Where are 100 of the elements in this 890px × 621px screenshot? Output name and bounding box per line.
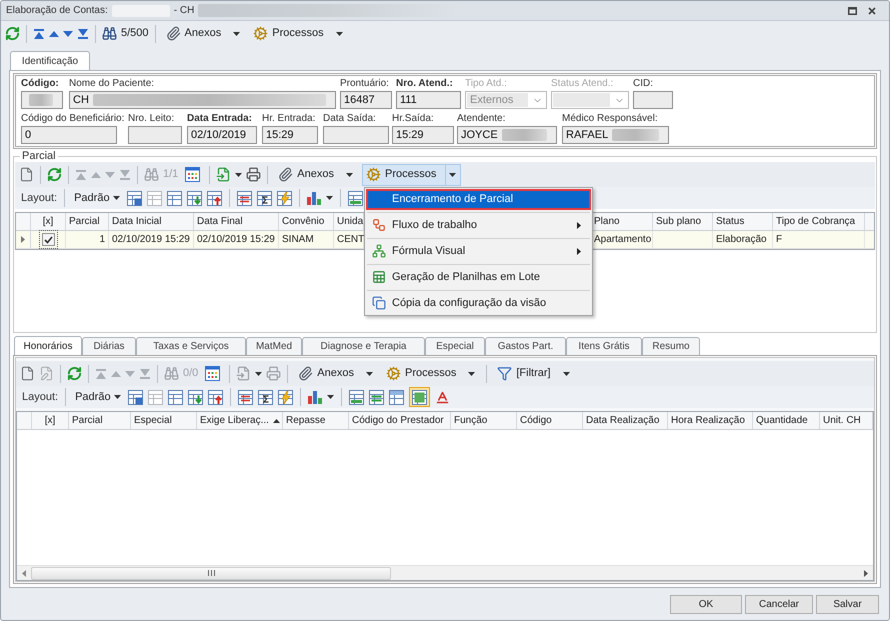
sum-table-icon[interactable]: [258, 390, 273, 404]
text-field[interactable]: 15:29: [262, 126, 318, 144]
tab[interactable]: Resumo: [642, 337, 700, 355]
refresh-icon[interactable]: [5, 26, 20, 41]
caret-icon[interactable]: [255, 372, 262, 376]
caret-icon[interactable]: [326, 395, 334, 399]
layout-preset-dropdown[interactable]: Padrão: [73, 388, 123, 406]
dialog-button[interactable]: OK: [670, 594, 742, 614]
caret-icon[interactable]: [233, 32, 240, 36]
menu-item[interactable]: Cópia da configuração da visão: [366, 292, 591, 314]
caret-icon[interactable]: [468, 372, 476, 376]
column-header[interactable]: Hora Realização: [668, 412, 753, 429]
text-field[interactable]: 16487: [340, 91, 392, 109]
menu-item[interactable]: Fluxo de trabalho: [366, 214, 591, 236]
down-triangle-icon[interactable]: [63, 30, 73, 36]
tab[interactable]: Gastos Part.: [485, 337, 566, 355]
text-field[interactable]: JOYCE: [457, 126, 557, 144]
menu-item[interactable]: Fórmula Visual: [366, 240, 591, 262]
column-header[interactable]: Data Realização: [583, 412, 668, 429]
dialog-button[interactable]: Cancelar: [745, 594, 813, 614]
binoculars-icon[interactable]: [102, 26, 117, 41]
table-footer-icon[interactable]: [348, 190, 363, 206]
column-header[interactable]: Unida: [334, 213, 364, 230]
text-field[interactable]: [323, 126, 389, 144]
text-field[interactable]: 0: [21, 126, 117, 144]
table-import-icon[interactable]: [188, 390, 203, 404]
column-header[interactable]: Parcial: [66, 213, 109, 230]
tab[interactable]: MatMed: [246, 337, 302, 355]
new-document-icon[interactable]: [20, 366, 35, 381]
column-header[interactable]: Tipo de Cobrança: [773, 213, 865, 230]
text-field[interactable]: [633, 91, 673, 109]
scroll-right-icon[interactable]: [864, 570, 868, 576]
column-header[interactable]: Quantidade: [753, 412, 820, 429]
horizontal-scrollbar[interactable]: [17, 565, 873, 580]
table-header-icon[interactable]: [388, 390, 404, 404]
column-header[interactable]: Especial: [131, 412, 197, 429]
column-header[interactable]: Sub plano: [653, 213, 713, 230]
bar-chart-icon[interactable]: [308, 390, 322, 404]
column-header[interactable]: Parcial: [69, 412, 131, 429]
table-icon[interactable]: [166, 190, 182, 206]
caret-icon[interactable]: [235, 172, 242, 176]
column-header[interactable]: Código: [517, 412, 583, 429]
attachments-button[interactable]: Anexos: [294, 362, 378, 384]
column-header[interactable]: Unit. CH: [820, 412, 873, 429]
menu-item[interactable]: Geração de Planilhas em Lote: [366, 266, 591, 288]
scrollbar-thumb[interactable]: [31, 566, 391, 580]
column-header[interactable]: Data Final: [194, 213, 279, 230]
filter-button[interactable]: [Filtrar]: [493, 362, 575, 384]
column-header[interactable]: Exige Liberaç...: [197, 412, 283, 429]
column-header[interactable]: Convênio: [279, 213, 334, 230]
caret-icon[interactable]: [326, 196, 333, 200]
dialog-button[interactable]: Salvar: [816, 594, 879, 614]
lightning-table-icon[interactable]: [276, 190, 292, 206]
table-export-icon[interactable]: [208, 390, 223, 404]
refresh-icon[interactable]: [67, 366, 82, 381]
processes-button[interactable]: Processos: [382, 362, 480, 384]
column-header[interactable]: Plano: [591, 213, 653, 230]
sum-table-icon[interactable]: [256, 190, 272, 206]
caret-icon[interactable]: [346, 172, 353, 176]
column-header[interactable]: Data Inicial: [109, 213, 194, 230]
text-field[interactable]: [21, 91, 63, 109]
processes-button[interactable]: Processos: [249, 22, 348, 44]
tab[interactable]: Identificação: [10, 51, 90, 70]
attachments-button[interactable]: Anexos: [274, 164, 358, 186]
column-header[interactable]: Código do Prestador: [349, 412, 451, 429]
caret-icon[interactable]: [366, 372, 373, 376]
tab[interactable]: Diárias: [82, 337, 136, 355]
caret-icon[interactable]: [112, 196, 120, 200]
tab[interactable]: Especial: [425, 337, 485, 355]
column-header[interactable]: Função: [451, 412, 517, 429]
text-field[interactable]: 02/10/2019: [187, 126, 257, 144]
caret-icon[interactable]: [562, 372, 570, 376]
text-field[interactable]: [128, 126, 182, 144]
text-field[interactable]: 15:29: [392, 126, 454, 144]
table-import-icon[interactable]: [186, 190, 202, 206]
tab[interactable]: Honorários: [14, 336, 82, 355]
scroll-left-icon[interactable]: [22, 570, 26, 576]
jump-to-top-icon[interactable]: [33, 28, 45, 38]
save-table-icon[interactable]: [126, 190, 142, 206]
tab[interactable]: Diagnose e Terapia: [302, 337, 425, 355]
table-footer-icon[interactable]: [348, 390, 364, 404]
caret-icon[interactable]: [449, 172, 456, 176]
caret-icon[interactable]: [114, 395, 121, 399]
lightning-table-icon[interactable]: [278, 390, 293, 404]
bar-chart-icon[interactable]: [306, 191, 321, 205]
menu-item[interactable]: Encerramento de Parcial: [366, 188, 591, 210]
text-field[interactable]: RAFAEL: [562, 126, 669, 144]
text-field[interactable]: 111: [396, 91, 461, 109]
grid-icon[interactable]: [205, 366, 220, 381]
table-export-icon[interactable]: [206, 190, 222, 206]
column-header[interactable]: Repasse: [283, 412, 349, 429]
printer-icon[interactable]: [246, 167, 262, 182]
new-document-icon[interactable]: [19, 167, 34, 182]
close-icon[interactable]: [868, 6, 876, 14]
layout-preset-dropdown[interactable]: Padrão: [72, 189, 122, 207]
table-icon[interactable]: [168, 390, 183, 404]
processes-button[interactable]: Processos: [362, 164, 462, 186]
caret-icon[interactable]: [336, 32, 343, 36]
table-lines-icon[interactable]: [238, 390, 253, 404]
table-lines-icon[interactable]: [236, 190, 252, 206]
